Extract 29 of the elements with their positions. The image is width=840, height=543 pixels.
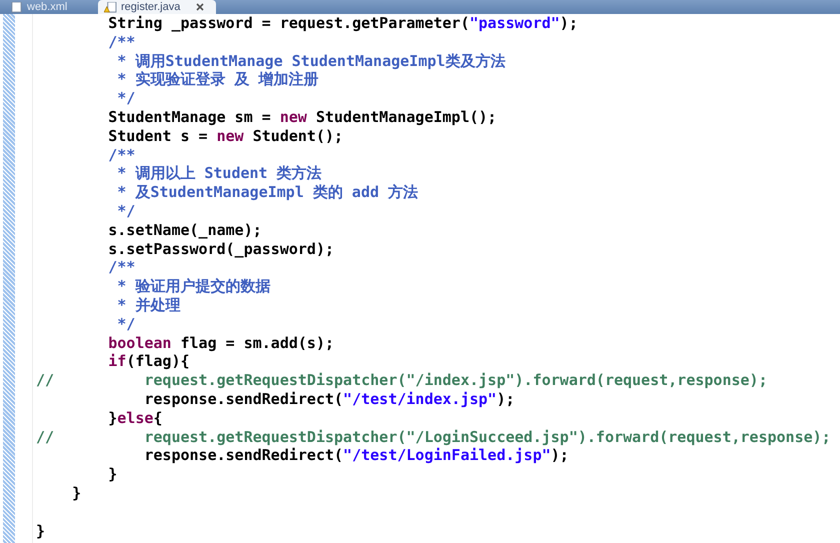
- code-line: s.setName(_name);: [107, 220, 262, 240]
- code-line: * 验证用户提交的数据: [116, 277, 270, 296]
- code-line: */: [116, 89, 136, 108]
- code-line: // request.getRequestDispatcher("/LoginSucceed.jsp").forward(request,response);: [36, 428, 831, 446]
- code-line: * 实现验证登录 及 增加注册: [116, 70, 318, 90]
- code-line: /**: [107, 146, 136, 164]
- code-line: }: [36, 522, 46, 540]
- code-line: response.sendRedirect("/test/index.jsp");: [143, 390, 515, 409]
- code-line: Student s = new Student();: [107, 126, 344, 146]
- code-line: boolean flag = sm.add(s);: [107, 334, 334, 352]
- code-line: }: [107, 465, 118, 484]
- code-line: * 调用StudentManage StudentManageImpl类及方法: [116, 52, 506, 70]
- code-line: StudentManage sm = new StudentManageImpl();: [107, 108, 497, 127]
- code-line: * 并处理: [116, 296, 180, 315]
- editor-tab[interactable]: register.java: [98, 0, 216, 14]
- code-line: */: [116, 202, 136, 221]
- code-line: s.setPassword(_password);: [107, 240, 334, 258]
- code-line: }else{: [107, 408, 162, 428]
- code-line: // request.getRequestDispatcher("/index.jsp").forward(request,response);: [36, 371, 768, 390]
- code-line: * 及StudentManageImpl 类的 add 方法: [116, 183, 418, 202]
- code-line: * 调用以上 Student 类方法: [116, 164, 322, 184]
- close-icon[interactable]: [196, 3, 204, 11]
- code-line: String _password = request.getParameter("password");: [107, 14, 578, 33]
- code-line: /**: [107, 258, 136, 278]
- code-line: */: [116, 314, 136, 334]
- code-line: }: [71, 484, 82, 503]
- code-line: /**: [107, 32, 136, 52]
- code-line: if(flag){: [107, 352, 190, 372]
- code-line: response.sendRedirect("/test/LoginFailed.jsp");: [143, 446, 569, 466]
